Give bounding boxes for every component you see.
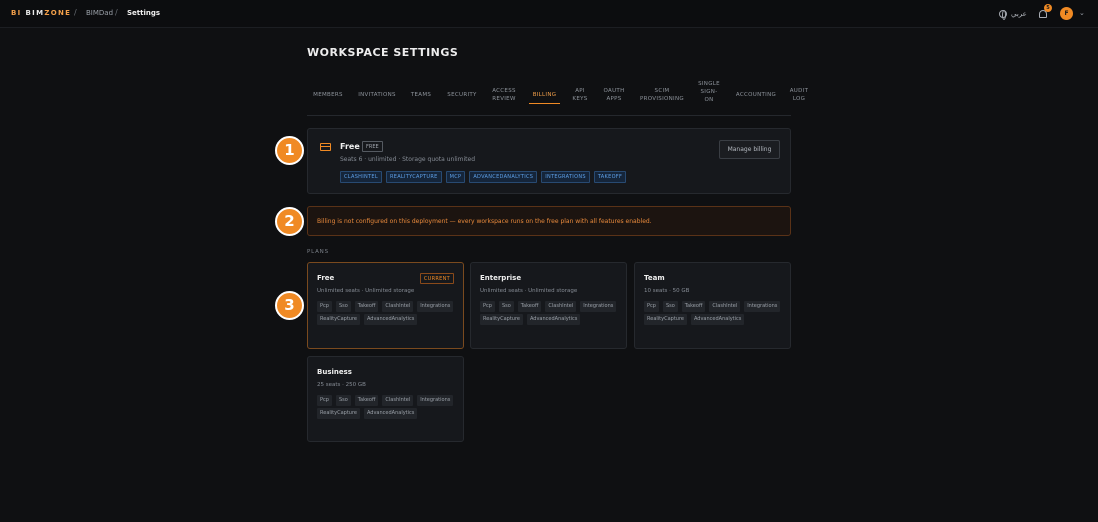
brand-name-a: BIM (25, 9, 45, 17)
plan-tag: Pcp (480, 301, 495, 312)
plan-tag: Sso (335, 395, 351, 406)
breadcrumb-separator: / (74, 8, 77, 17)
plan-card-free[interactable]: Free CURRENT Unlimited seats · Unlimited… (307, 262, 464, 349)
avatar[interactable]: F (1060, 7, 1073, 20)
plan-tags: Pcp Sso Takeoff ClashIntel Integrations … (317, 301, 457, 325)
billing-notice: Billing is not configured on this deploy… (307, 206, 791, 236)
active-tab-indicator (529, 103, 560, 104)
plan-name: Enterprise (480, 274, 522, 282)
plan-tag: Takeoff (681, 301, 706, 312)
feature-chip: ADVANCEDANALYTICS (469, 171, 538, 183)
plan-tags: Pcp Sso Takeoff ClashIntel Integrations … (480, 301, 620, 325)
tab-access-review[interactable]: ACCESS REVIEW (489, 87, 519, 103)
plan-tag: AdvancedAnalytics (363, 314, 418, 325)
tab-security[interactable]: SECURITY (443, 91, 481, 99)
plan-tag: RealityCapture (644, 314, 687, 325)
plan-name: Business (317, 368, 352, 376)
plan-card-business[interactable]: Business 25 seats · 250 GB Pcp Sso Takeo… (307, 356, 464, 442)
plan-tag: RealityCapture (480, 314, 523, 325)
feature-chip: TAKEOFF (593, 171, 627, 183)
tab-oauth-apps[interactable]: OAUTH APPS (601, 87, 627, 103)
plan-tag: ClashIntel (382, 301, 414, 312)
plan-name: Free (317, 274, 335, 282)
breadcrumb-workspace[interactable]: BIMDad (86, 9, 113, 17)
annotation-marker-2: 2 (275, 207, 304, 236)
plan-meta: Unlimited seats · Unlimited storage (317, 288, 415, 294)
settings-tabs: MEMBERS INVITATIONS TEAMS SECURITY ACCES… (307, 76, 808, 116)
current-plan-name: Free (340, 142, 360, 151)
breadcrumb-current: Settings (127, 9, 161, 17)
tab-api-keys[interactable]: API KEYS (569, 87, 591, 103)
chevron-down-icon[interactable]: ⌄ (1079, 9, 1085, 17)
notification-count-badge: 5 (1044, 4, 1052, 12)
feature-list: CLASHINTEL REALITYCAPTURE MCP ADVANCEDAN… (340, 171, 627, 183)
brand-name-b: ZONE (44, 9, 72, 17)
plan-tag: Sso (662, 301, 678, 312)
language-label: عربي (1011, 10, 1027, 18)
tab-teams[interactable]: TEAMS (406, 91, 436, 99)
breadcrumb-separator: / (115, 8, 118, 17)
tab-invitations[interactable]: INVITATIONS (354, 91, 400, 99)
tab-scim-provisioning[interactable]: SCIM PROVISIONING (637, 87, 687, 103)
globe-icon (999, 10, 1007, 20)
plan-tag: ClashIntel (545, 301, 577, 312)
plan-tag: Integrations (580, 301, 617, 312)
tab-accounting[interactable]: ACCOUNTING (733, 91, 779, 99)
plan-meta: Unlimited seats · Unlimited storage (480, 288, 578, 294)
manage-billing-button[interactable]: Manage billing (719, 140, 780, 159)
current-plan-meta: Seats 6 · unlimited · Storage quota unli… (340, 156, 476, 163)
billing-notice-text: Billing is not configured on this deploy… (317, 218, 652, 225)
plan-tag: Integrations (417, 301, 454, 312)
feature-chip: MCP (445, 171, 466, 183)
plan-tag: Sso (498, 301, 514, 312)
language-switcher[interactable]: عربي (999, 6, 1027, 22)
plan-tags: Pcp Sso Takeoff ClashIntel Integrations … (644, 301, 784, 325)
plan-tag: AdvancedAnalytics (526, 314, 581, 325)
tab-audit-log[interactable]: AUDIT LOG (785, 87, 813, 103)
annotation-marker-1: 1 (275, 136, 304, 165)
plan-tag: ClashIntel (709, 301, 741, 312)
tab-billing[interactable]: BILLING (529, 91, 560, 99)
plan-tag: ClashIntel (382, 395, 414, 406)
credit-card-icon (320, 143, 331, 151)
brand-prefix: BI (11, 9, 22, 17)
feature-chip: INTEGRATIONS (541, 171, 590, 183)
tab-members[interactable]: MEMBERS (307, 91, 349, 99)
plan-tag: AdvancedAnalytics (690, 314, 745, 325)
plan-tag: Integrations (744, 301, 781, 312)
plans-section-label: PLANS (307, 249, 329, 255)
top-bar: BI BIMZONE / BIMDad / Settings عربي 5 F ⌄ (0, 0, 1098, 28)
plan-tags: Pcp Sso Takeoff ClashIntel Integrations … (317, 395, 457, 419)
plan-tag: AdvancedAnalytics (363, 408, 418, 419)
page-title: WORKSPACE SETTINGS (307, 46, 459, 59)
plan-tag: Pcp (317, 301, 332, 312)
feature-chip: REALITYCAPTURE (385, 171, 442, 183)
plan-meta: 25 seats · 250 GB (317, 382, 366, 388)
plan-tag: Pcp (317, 395, 332, 406)
current-plan-badge: CURRENT (419, 273, 454, 284)
plan-tag: RealityCapture (317, 408, 360, 419)
plan-tag: Takeoff (517, 301, 542, 312)
plan-tag: Pcp (644, 301, 659, 312)
plan-tag: Sso (335, 301, 351, 312)
annotation-marker-3: 3 (275, 291, 304, 320)
tab-single-sign-on[interactable]: SINGLE SIGN- ON (695, 80, 723, 104)
plan-tag: RealityCapture (317, 314, 360, 325)
plan-card-team[interactable]: Team 10 seats · 50 GB Pcp Sso Takeoff Cl… (634, 262, 791, 349)
plan-meta: 10 seats · 50 GB (644, 288, 690, 294)
plan-tag: Integrations (417, 395, 454, 406)
current-plan-badge: FREE (362, 141, 383, 152)
feature-chip: CLASHINTEL (340, 171, 382, 183)
plan-name: Team (644, 274, 665, 282)
brand-logo[interactable]: BI BIMZONE (11, 9, 71, 17)
current-plan-card: Free FREE Seats 6 · unlimited · Storage … (307, 128, 791, 194)
plan-card-enterprise[interactable]: Enterprise Unlimited seats · Unlimited s… (470, 262, 627, 349)
plan-tag: Takeoff (354, 301, 379, 312)
plan-tag: Takeoff (354, 395, 379, 406)
notifications-button[interactable]: 5 (1038, 4, 1052, 21)
